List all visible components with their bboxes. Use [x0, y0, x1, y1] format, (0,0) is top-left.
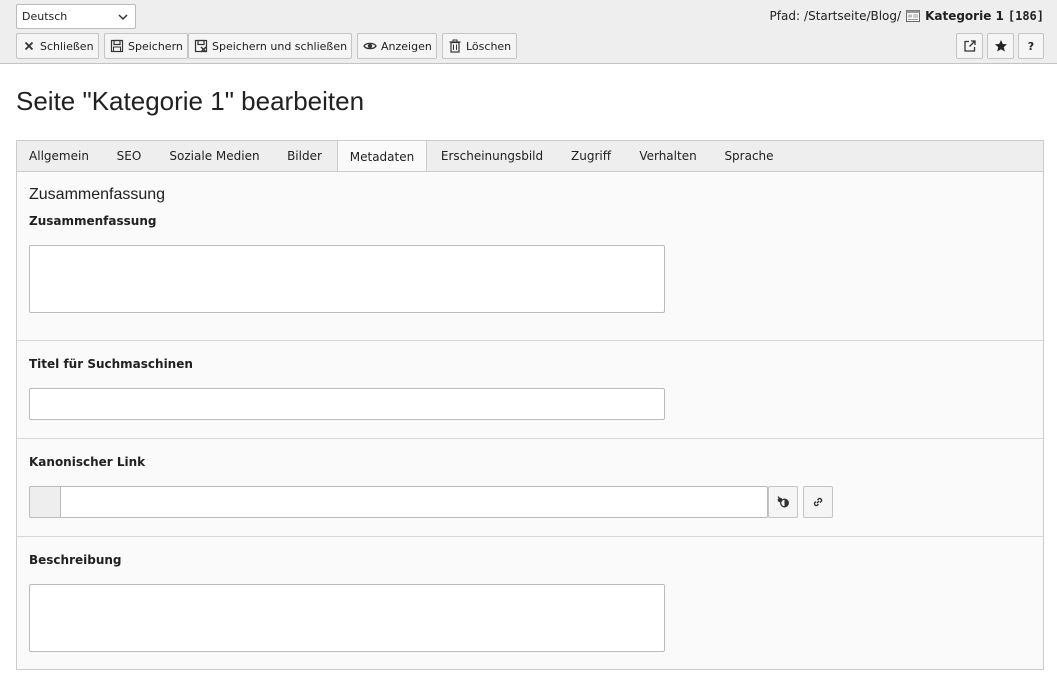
save-icon	[110, 39, 124, 53]
delete-button[interactable]: Löschen	[442, 33, 517, 59]
seo-title-label: Titel für Suchmaschinen	[29, 357, 193, 371]
section-divider	[17, 340, 1043, 341]
save-button-label: Speichern	[128, 39, 183, 53]
summary-textarea[interactable]	[29, 245, 665, 313]
tab-behaviour[interactable]: Verhalten	[625, 141, 711, 172]
page-title: Seite "Kategorie 1" bearbeiten	[16, 86, 365, 116]
path-value: /Startseite/Blog/	[804, 9, 902, 23]
close-icon	[24, 41, 34, 51]
tab-seo[interactable]: SEO	[101, 141, 157, 172]
description-textarea[interactable]	[29, 584, 665, 652]
save-close-icon	[194, 39, 208, 53]
canonical-link-addon	[29, 486, 61, 518]
path-label: Pfad:	[769, 9, 801, 23]
tab-bar: Allgemein SEO Soziale Medien Bilder Meta…	[16, 140, 1044, 172]
tab-panel-metadata: Zusammenfassung Zusammenfassung Titel fü…	[16, 171, 1044, 670]
description-label: Beschreibung	[29, 553, 122, 567]
docheader: Deutsch Pfad: /Startseite/Blog/ Kategori…	[0, 0, 1057, 64]
bookmark-button[interactable]	[987, 33, 1014, 59]
close-button-label: Schließen	[40, 39, 94, 53]
help-icon: ?	[1028, 40, 1034, 53]
help-button[interactable]: ?	[1018, 33, 1044, 59]
seo-title-input[interactable]	[29, 388, 665, 420]
breadcrumb: Pfad: /Startseite/Blog/ Kategorie 1 [186…	[770, 8, 1044, 24]
delete-button-label: Löschen	[466, 39, 512, 53]
link-button[interactable]	[803, 486, 833, 518]
page-icon	[906, 10, 921, 22]
tab-metadata[interactable]: Metadaten	[337, 140, 427, 172]
canonical-link-input[interactable]	[60, 486, 768, 518]
save-button[interactable]: Speichern	[104, 33, 188, 59]
link-icon	[813, 497, 823, 507]
view-button-label: Anzeigen	[381, 39, 432, 53]
svg-text:?: ?	[1028, 40, 1034, 53]
tab-allgemein[interactable]: Allgemein	[17, 141, 101, 172]
section-title-summary: Zusammenfassung	[29, 186, 166, 203]
tab-social-media[interactable]: Soziale Medien	[157, 141, 272, 172]
summary-label: Zusammenfassung	[29, 214, 157, 228]
external-link-icon	[963, 40, 976, 52]
tab-access[interactable]: Zugriff	[557, 141, 625, 172]
path-page-title: Kategorie 1	[925, 9, 1004, 23]
save-close-button-label: Speichern und schließen	[212, 39, 348, 53]
trash-icon	[449, 39, 461, 53]
save-close-button[interactable]: Speichern und schließen	[188, 33, 352, 59]
open-new-window-button[interactable]	[956, 33, 983, 59]
view-button[interactable]: Anzeigen	[357, 33, 437, 59]
section-divider	[17, 536, 1043, 537]
chevron-down-icon	[118, 14, 128, 21]
tab-images[interactable]: Bilder	[272, 141, 337, 172]
star-icon	[994, 40, 1007, 52]
path-page-uid: [186]	[1007, 9, 1044, 23]
eye-icon	[363, 42, 377, 50]
section-divider	[17, 438, 1043, 439]
tab-appearance[interactable]: Erscheinungsbild	[427, 141, 557, 172]
canonical-link-label: Kanonischer Link	[29, 455, 146, 469]
tab-language[interactable]: Sprache	[711, 141, 787, 172]
close-button[interactable]: Schließen	[16, 33, 99, 59]
link-browser-button[interactable]	[768, 486, 798, 518]
language-select-value: Deutsch	[22, 10, 68, 23]
language-select[interactable]: Deutsch	[16, 4, 136, 29]
link-browser-icon	[777, 496, 789, 508]
